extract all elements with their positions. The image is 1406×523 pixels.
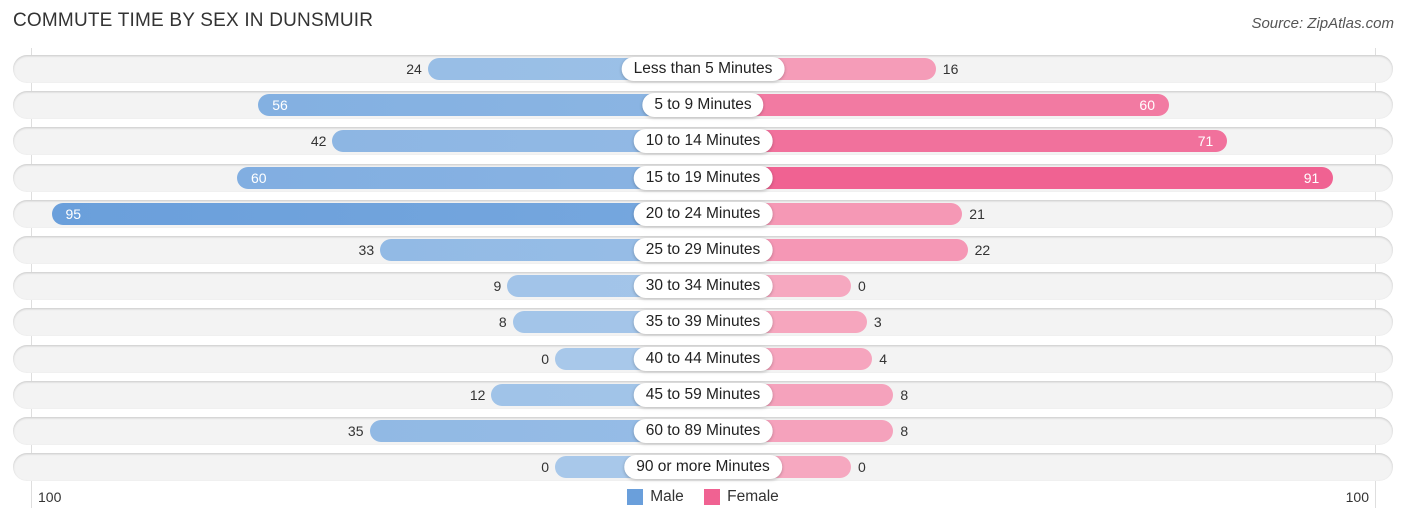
chart-area: 24 16 Less than 5 Minutes 56 60 5 to 9 Minute…	[0, 0, 1406, 523]
value-label-male: 9	[493, 278, 502, 295]
value-label-female: 91	[1303, 169, 1320, 186]
category-label: 20 to 24 Minutes	[633, 201, 773, 226]
bar-female[interactable]	[703, 166, 1334, 189]
value-label-female: 4	[879, 350, 887, 367]
category-label: 40 to 44 Minutes	[633, 346, 773, 371]
value-label-male: 60	[251, 169, 267, 186]
value-label-male: 8	[498, 314, 507, 331]
value-label-female: 60	[1139, 97, 1155, 114]
category-label: 90 or more Minutes	[624, 455, 782, 480]
value-label-female: 71	[1197, 133, 1214, 150]
category-label: 30 to 34 Minutes	[633, 274, 773, 299]
value-label-female: 21	[969, 205, 985, 222]
value-label-male: 0	[541, 459, 549, 476]
value-label-male: 33	[358, 242, 375, 258]
bar-male[interactable]	[51, 202, 703, 225]
legend-label-male: Male	[650, 488, 684, 505]
category-label: 15 to 19 Minutes	[633, 165, 773, 190]
value-label-female: 8	[900, 386, 909, 403]
value-label-female: 3	[873, 314, 882, 331]
category-label: 10 to 14 Minutes	[633, 129, 773, 154]
category-label: 60 to 89 Minutes	[633, 419, 773, 443]
value-label-male: 35	[347, 423, 364, 439]
value-label-male: 24	[406, 61, 422, 77]
category-label: Less than 5 Minutes	[621, 57, 785, 81]
value-label-female: 16	[942, 61, 959, 77]
category-label: 45 to 59 Minutes	[633, 382, 773, 407]
value-label-female: 0	[858, 278, 866, 295]
value-label-female: 8	[900, 423, 909, 439]
value-label-male: 95	[65, 205, 82, 222]
legend-item-male[interactable]: Male	[627, 488, 684, 506]
value-label-male: 42	[310, 133, 327, 150]
legend: Male Female	[0, 488, 1406, 510]
legend-swatch-female	[704, 489, 721, 505]
value-label-male: 56	[272, 97, 288, 114]
legend-swatch-male	[627, 489, 644, 505]
category-label: 25 to 29 Minutes	[633, 238, 773, 262]
value-label-female: 0	[858, 459, 866, 476]
bar-male[interactable]	[258, 94, 703, 117]
bar-female[interactable]	[703, 94, 1169, 117]
value-label-male: 0	[541, 350, 549, 367]
value-label-female: 22	[974, 242, 991, 258]
value-label-male: 12	[469, 386, 486, 403]
category-label: 35 to 39 Minutes	[633, 310, 773, 335]
bar-female[interactable]	[703, 130, 1228, 153]
legend-item-female[interactable]: Female	[704, 488, 779, 506]
legend-label-female: Female	[727, 488, 779, 505]
category-label: 5 to 9 Minutes	[642, 93, 764, 118]
